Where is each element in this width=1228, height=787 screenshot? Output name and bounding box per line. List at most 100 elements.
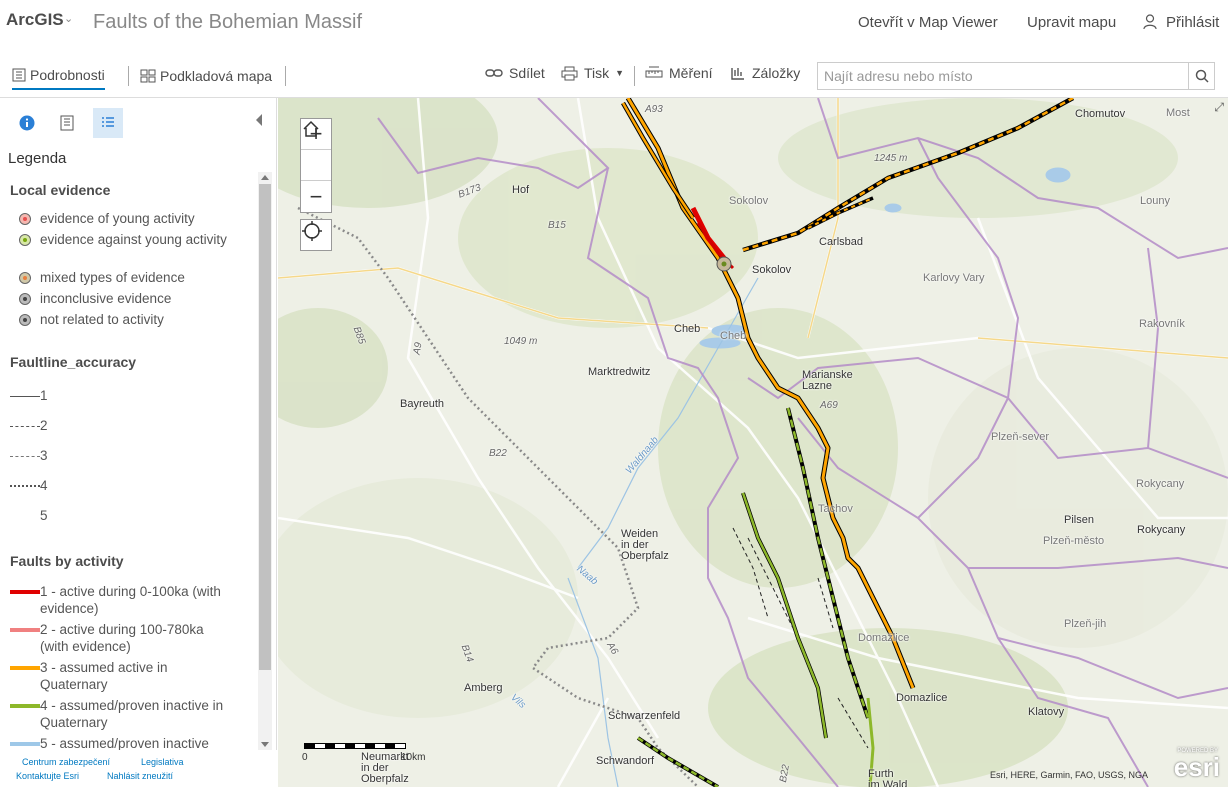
bookmarks-button[interactable]: Záložky [730, 65, 800, 81]
toolbar: Podrobnosti Podkladová mapa Sdílet Tisk … [0, 52, 1228, 98]
map-label: Sokolov [752, 264, 792, 276]
print-label: Tisk [584, 65, 610, 81]
scale-zero-label: 0 [302, 752, 308, 763]
legend-list: Local evidence evidence of young activit… [0, 172, 258, 750]
map-label: Schwarzenfeld [608, 710, 681, 722]
short-dash-line-icon [10, 455, 40, 457]
legend-item: 2 [10, 417, 230, 435]
map-label: Tachov [818, 503, 853, 515]
green-line-icon [10, 704, 40, 708]
bookmarks-label: Záložky [752, 65, 801, 81]
home-icon [303, 120, 319, 137]
legend-label: inconclusive evidence [40, 291, 172, 306]
legend-item: not related to activity [10, 311, 230, 329]
map-label: Furth im Wald [868, 768, 908, 787]
scroll-down-icon[interactable] [261, 742, 269, 747]
locate-button[interactable] [300, 219, 332, 251]
legend-button[interactable] [93, 108, 123, 138]
esri-logo[interactable]: esri [1174, 752, 1220, 783]
search-button[interactable] [1188, 63, 1214, 89]
scrollbar-thumb[interactable] [259, 184, 271, 670]
map-label: Bayreuth [400, 398, 445, 410]
legal-link[interactable]: Legislativa [141, 757, 184, 767]
tab-details[interactable]: Podrobnosti [12, 62, 105, 90]
scroll-up-icon[interactable] [261, 175, 269, 180]
info-icon [19, 115, 35, 131]
gray-dot-icon [19, 314, 31, 326]
locate-icon [302, 221, 322, 241]
home-button[interactable] [301, 120, 331, 181]
legend-label: 1 [40, 388, 48, 403]
legend-label: 3 - assumed active in Quaternary [40, 660, 168, 692]
accuracy-heading: Faultline_accuracy [10, 354, 137, 370]
footer: Centrum zabezpečení Legislativa Kontaktu… [0, 750, 277, 787]
printer-icon [561, 66, 578, 80]
contact-link[interactable]: Kontaktujte Esri [16, 771, 79, 781]
legend-label: evidence against young activity [40, 232, 227, 247]
search-icon [1195, 69, 1209, 83]
road-label: A9 [411, 341, 425, 356]
map-label: Most [1166, 107, 1190, 119]
zoom-out-button[interactable]: − [301, 181, 331, 212]
legend-item: 3 - assumed active in Quaternary [10, 659, 230, 693]
edit-map-link[interactable]: Upravit mapu [1027, 14, 1116, 31]
legend-item: evidence against young activity [10, 231, 230, 249]
map-label: Cheb [720, 330, 747, 342]
zoom-controls: + − [300, 118, 332, 213]
tab-basemap[interactable]: Podkladová mapa [140, 62, 272, 90]
map-label: Rokycany [1136, 478, 1185, 490]
orange-dot-icon [19, 272, 31, 284]
divider [128, 66, 129, 86]
share-button[interactable]: Sdílet [485, 65, 545, 81]
share-label: Sdílet [509, 65, 545, 81]
map-label: Rakovník [1139, 318, 1185, 330]
green-dot-icon [19, 234, 31, 246]
map-label: Marktredwitz [588, 366, 651, 378]
legend-list-icon [102, 117, 114, 127]
print-button[interactable]: Tisk ▼ [561, 65, 624, 81]
content-button[interactable] [52, 108, 82, 138]
map-label: Carlsbad [819, 236, 864, 248]
map-label: Pilsen [1064, 514, 1094, 526]
divider [634, 66, 635, 86]
page-title: Faults of the Bohemian Massif [93, 11, 363, 33]
sign-in-link[interactable]: Přihlásit [1166, 14, 1219, 31]
measure-label: Měření [669, 65, 713, 81]
map-label: Amberg [464, 682, 503, 694]
info-button[interactable] [12, 108, 42, 138]
legend-label: not related to activity [40, 312, 164, 327]
collapse-panel-icon[interactable] [256, 114, 262, 126]
user-icon[interactable] [1143, 14, 1157, 30]
elevation-label: 1245 m [874, 153, 908, 164]
road-label: A69 [820, 400, 838, 411]
road-label: A93 [645, 104, 663, 115]
arcgis-logo[interactable]: ArcGIS [6, 10, 64, 30]
legend-label: 1 - active during 0-100ka (with evidence… [40, 584, 221, 616]
chevron-down-icon[interactable]: ⌄ [64, 12, 73, 25]
legend-label: 2 - active during 100-780ka (with eviden… [40, 622, 204, 654]
report-abuse-link[interactable]: Nahlásit zneužití [107, 771, 173, 781]
app-header: ArcGIS ⌄ Faults of the Bohemian Massif O… [0, 0, 1228, 46]
open-map-viewer-link[interactable]: Otevřít v Map Viewer [858, 14, 998, 31]
legend-scrollbar[interactable] [258, 172, 272, 750]
legend-item: 1 - active during 0-100ka (with evidence… [10, 583, 230, 617]
ruler-icon [645, 66, 663, 78]
map-label: Marianske Lazne [802, 369, 853, 392]
tab-details-label: Podrobnosti [30, 67, 105, 83]
content-icon [60, 115, 74, 131]
legend-item: 2 - active during 100-780ka (with eviden… [10, 621, 230, 655]
expand-icon[interactable]: ⤢ [1214, 100, 1224, 115]
basemap-grid-icon [140, 69, 156, 83]
legend-label: 4 [40, 478, 48, 493]
legend-panel: Legenda Local evidence evidence of young… [0, 98, 277, 787]
privacy-link[interactable]: Centrum zabezpečení [22, 757, 110, 767]
map-view[interactable]: ⤢ Hof Chomutov Most Sokolov Carlsbad Sok… [278, 98, 1228, 787]
map-label: Domazlice [896, 692, 948, 704]
red-line-icon [10, 590, 40, 594]
map-label: Plzeň-město [1043, 535, 1105, 547]
dashed-line-icon [10, 425, 40, 427]
search-input[interactable] [818, 63, 1190, 89]
gray-dot-icon [19, 293, 31, 305]
measure-button[interactable]: Měření [645, 65, 713, 81]
map-label: Plzeň-sever [991, 431, 1050, 443]
